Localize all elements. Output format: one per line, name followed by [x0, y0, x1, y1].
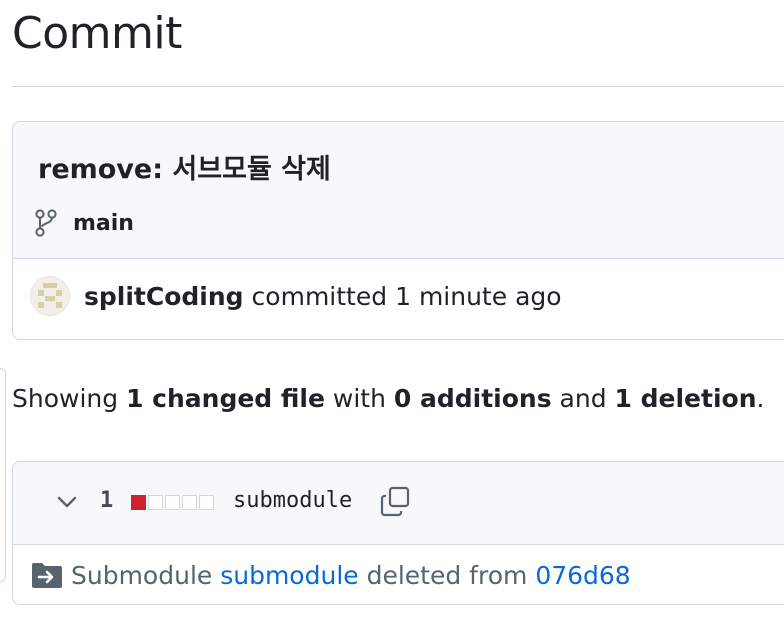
commit-verb: committed: [251, 281, 388, 311]
file-diff-box: 1 submodule Submodule submodule deleted …: [12, 461, 784, 605]
commit-time[interactable]: 1 minute ago: [395, 282, 561, 311]
diff-summary: Showing 1 changed file with 0 additions …: [12, 384, 764, 413]
diffstat-neutral-block: [148, 495, 163, 510]
branch-row[interactable]: main: [34, 208, 134, 238]
submodule-deleted-text: deleted from: [358, 560, 536, 590]
summary-prefix: Showing: [12, 384, 127, 413]
page-title: Commit: [12, 8, 182, 59]
submodule-link[interactable]: submodule: [220, 561, 358, 590]
submodule-row: Submodule submodule deleted from 076d68: [31, 560, 631, 590]
identicon-pattern: [38, 283, 62, 308]
side-panel-edge[interactable]: [0, 368, 6, 582]
commit-hash-link[interactable]: 076d68: [535, 561, 630, 590]
diffstat-neutral-block: [199, 495, 214, 510]
identicon-avatar[interactable]: [30, 276, 70, 316]
author-row: splitCoding committed 1 minute ago: [30, 276, 562, 316]
summary-mid-1: with: [324, 384, 394, 413]
deletions-count: 1 deletion: [614, 384, 757, 413]
git-branch-icon: [35, 209, 57, 237]
diffstat-bar: [131, 495, 214, 510]
copy-icon[interactable]: [378, 485, 412, 519]
file-submodule-icon: [32, 563, 62, 588]
additions-count: 0 additions: [393, 384, 552, 413]
commit-header: remove: 서브모듈 삭제 main: [13, 122, 784, 259]
file-change-count: 1: [100, 488, 114, 513]
commit-page: Commit remove: 서브모듈 삭제 main splitCoding …: [0, 0, 784, 620]
diffstat-neutral-block: [182, 495, 197, 510]
summary-suffix: .: [756, 384, 765, 413]
chevron-down-icon[interactable]: [55, 490, 79, 514]
summary-mid-2: and: [551, 384, 615, 413]
diffstat-deleted-block: [131, 495, 146, 510]
file-name[interactable]: submodule: [233, 488, 352, 513]
commit-box: remove: 서브모듈 삭제 main splitCoding committ…: [12, 121, 784, 340]
submodule-prefix: Submodule: [71, 560, 221, 590]
diffstat-neutral-block: [165, 495, 180, 510]
author-name[interactable]: splitCoding: [84, 282, 244, 311]
branch-name[interactable]: main: [73, 211, 134, 236]
commit-message: remove: 서브모듈 삭제: [38, 154, 331, 185]
file-header: 1 submodule: [13, 462, 784, 545]
changed-files-count: 1 changed file: [126, 384, 325, 413]
title-divider: [12, 86, 784, 87]
